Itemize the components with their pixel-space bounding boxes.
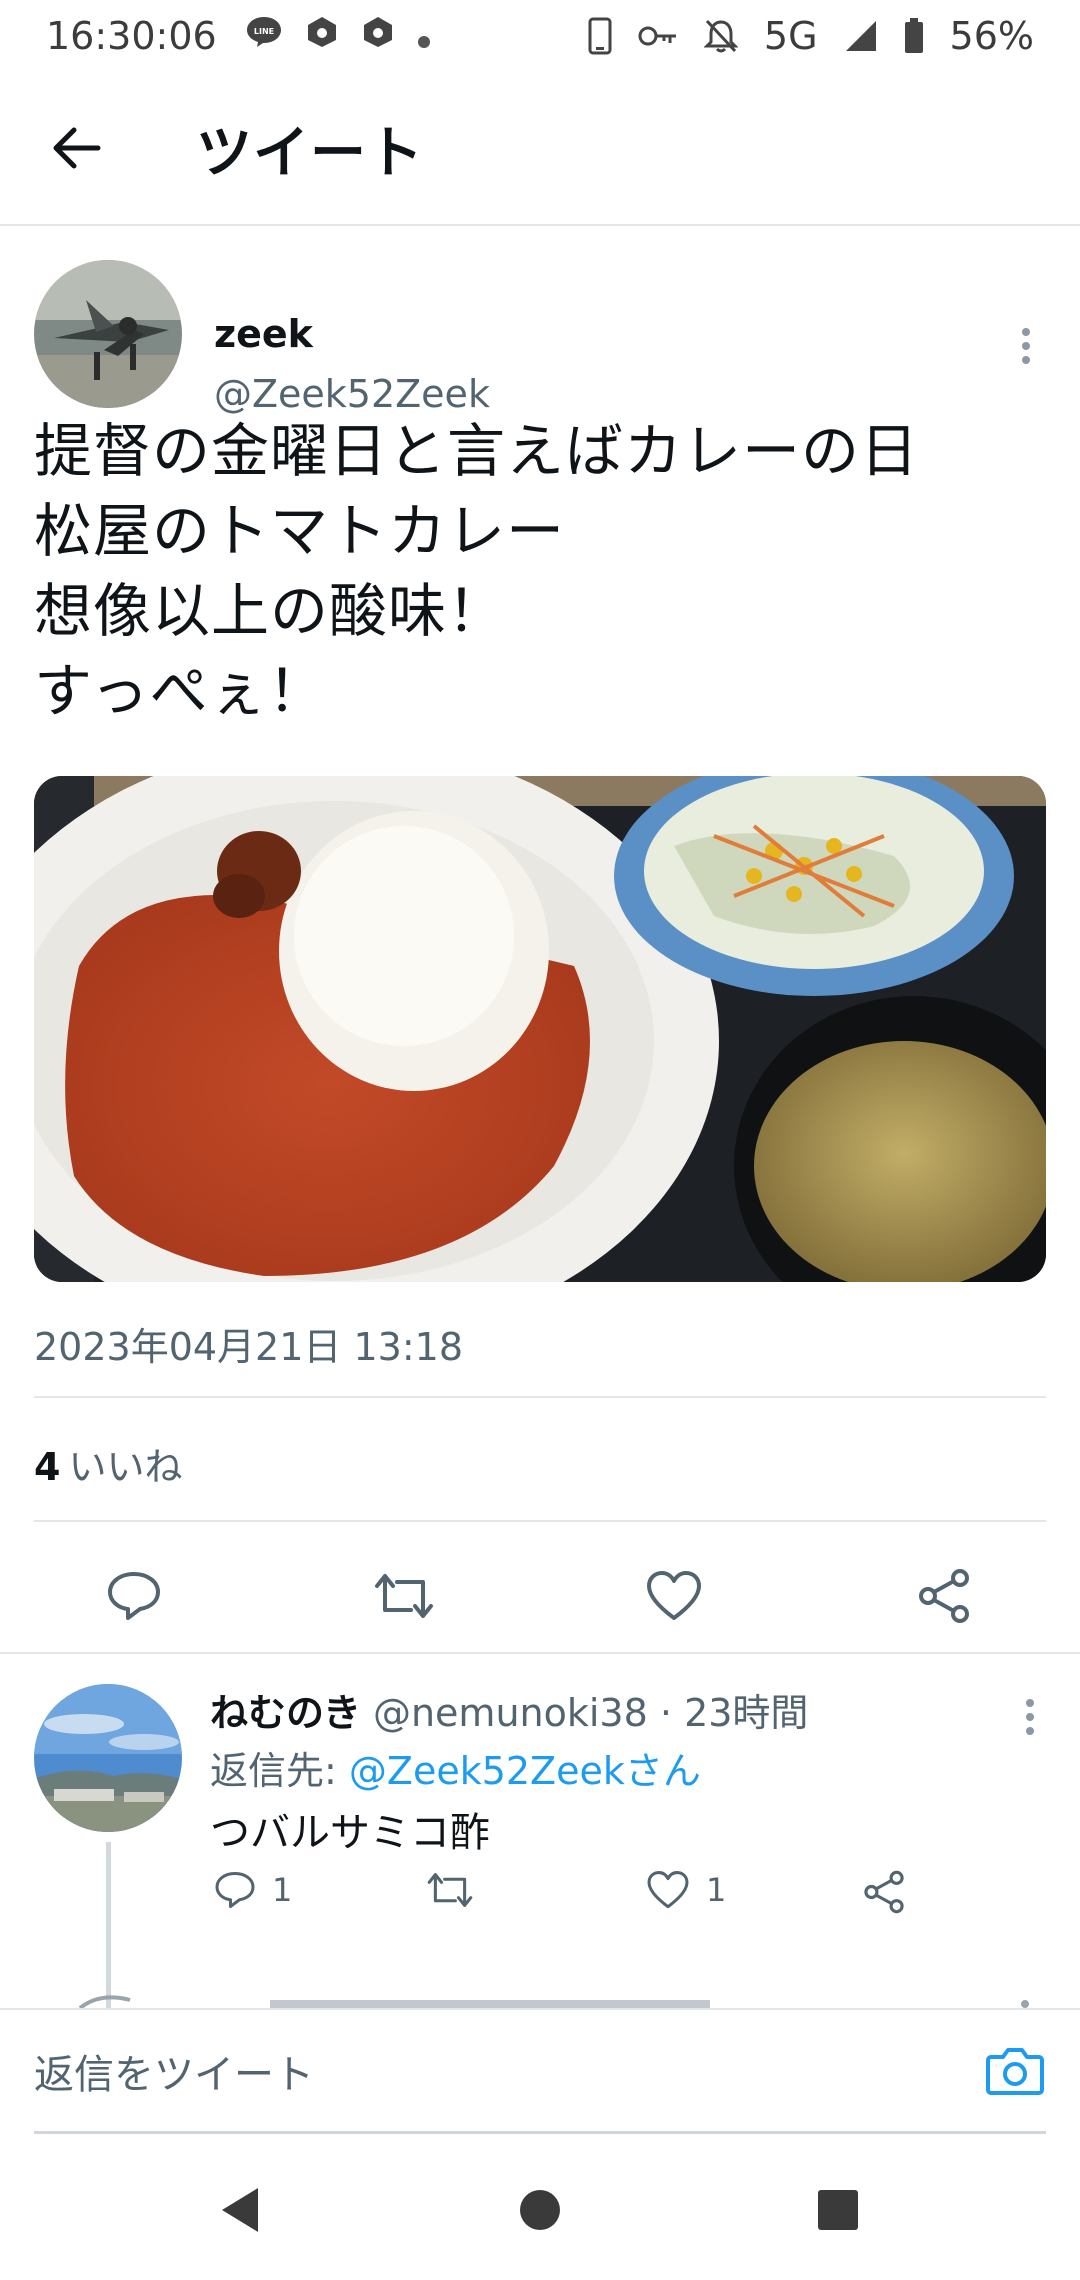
notification-icons: LINE xyxy=(245,14,431,58)
reply-input[interactable]: 返信をツイート xyxy=(34,2010,1046,2134)
reply-reply-button[interactable]: 1 xyxy=(214,1870,292,1910)
reply-compose-bar: 返信をツイート xyxy=(0,2008,1080,2134)
heart-icon xyxy=(647,1871,689,1909)
circle-home-icon xyxy=(520,2190,560,2230)
reply-icon xyxy=(108,1572,160,1620)
reply-to-line: 返信先: @Zeek52Zeekさん xyxy=(210,1740,701,1795)
key-icon xyxy=(638,24,678,48)
network-label: 5G xyxy=(763,14,818,58)
phone-icon xyxy=(588,17,612,55)
divider xyxy=(34,1396,1046,1398)
svg-text:LINE: LINE xyxy=(254,27,274,36)
system-icons: 5G 56% xyxy=(588,14,1034,58)
reply-header: ねむのき @nemunoki38 · 23時間 xyxy=(210,1682,808,1737)
likes-count: 4 xyxy=(34,1445,61,1489)
camera-icon xyxy=(986,2048,1044,2095)
tweet-text: 提督の金曜日と言えばカレーの日 松屋のトマトカレー 想像以上の酸味！ すっぺぇ！ xyxy=(34,417,920,725)
battery-icon xyxy=(904,18,924,54)
signal-icon xyxy=(844,19,878,53)
author-row: zeek @Zeek52Zeek xyxy=(34,260,1046,416)
nav-back-button[interactable] xyxy=(210,2180,270,2240)
tweet-timestamp: 2023年04月21日 13:18 xyxy=(34,1325,464,1369)
reply-author-handle[interactable]: @nemunoki38 xyxy=(373,1691,648,1735)
heart-icon xyxy=(647,1571,701,1620)
square-recents-icon xyxy=(818,2190,858,2230)
likes-row[interactable]: 4 いいね xyxy=(34,1436,182,1491)
app-icon xyxy=(361,14,395,58)
reply-to-label: 返信先: xyxy=(210,1749,337,1793)
reply-button[interactable] xyxy=(94,1556,174,1636)
app-icon xyxy=(305,14,339,58)
system-nav-bar xyxy=(0,2140,1080,2280)
reply-action-bar: 1 1 xyxy=(210,1870,1010,1950)
share-button[interactable] xyxy=(904,1556,984,1636)
likes-label: いいね xyxy=(68,1445,183,1489)
page-title: ツイート xyxy=(196,120,424,186)
triangle-back-icon xyxy=(222,2188,258,2232)
more-vertical-icon xyxy=(1022,328,1030,364)
author-handle[interactable]: @Zeek52Zeek xyxy=(214,372,490,416)
dot-icon xyxy=(417,14,431,58)
app-header: ツイート xyxy=(0,72,1080,226)
divider xyxy=(0,1652,1080,1654)
tweet-action-bar xyxy=(0,1536,1080,1656)
reply-like-button[interactable]: 1 xyxy=(646,1870,726,1910)
retweet-button[interactable] xyxy=(364,1556,444,1636)
status-bar: 16:30:06 LINE 5G 56% xyxy=(0,0,1080,72)
reply-to-link[interactable]: @Zeek52Zeekさん xyxy=(349,1749,701,1793)
more-options-button[interactable] xyxy=(1016,316,1036,376)
next-reply-peek xyxy=(0,1990,1080,2008)
reply-share-button[interactable] xyxy=(862,1870,906,1914)
reply-icon xyxy=(215,1872,255,1908)
more-vertical-icon xyxy=(1026,1699,1034,1735)
battery-label: 56% xyxy=(949,14,1034,58)
reply-reply-count: 1 xyxy=(272,1871,293,1909)
reply-separator: · xyxy=(659,1691,672,1735)
reply-text: つバルサミコ酢 xyxy=(210,1810,490,1856)
retweet-icon xyxy=(375,1574,433,1618)
mute-icon xyxy=(703,18,738,54)
nav-recents-button[interactable] xyxy=(808,2180,868,2240)
line-icon: LINE xyxy=(245,14,283,58)
arrow-left-icon xyxy=(53,127,101,169)
tweet-photo[interactable] xyxy=(34,776,1046,1282)
retweet-icon xyxy=(427,1873,473,1907)
back-button[interactable] xyxy=(36,108,116,188)
avatar[interactable] xyxy=(34,1684,182,1832)
like-button[interactable] xyxy=(634,1556,714,1636)
status-time: 16:30:06 xyxy=(46,14,217,58)
share-icon xyxy=(864,1870,904,1914)
reply-retweet-button[interactable] xyxy=(426,1870,474,1910)
camera-button[interactable] xyxy=(980,2036,1050,2106)
nav-home-button[interactable] xyxy=(510,2180,570,2240)
reply-like-count: 1 xyxy=(706,1871,727,1909)
share-icon xyxy=(919,1569,969,1623)
divider xyxy=(34,1520,1046,1522)
reply-more-options-button[interactable] xyxy=(1020,1692,1040,1742)
author-name[interactable]: zeek xyxy=(214,312,313,356)
reply-author-name[interactable]: ねむのき xyxy=(210,1691,361,1735)
reply-time: 23時間 xyxy=(684,1691,809,1735)
avatar[interactable] xyxy=(34,260,182,408)
